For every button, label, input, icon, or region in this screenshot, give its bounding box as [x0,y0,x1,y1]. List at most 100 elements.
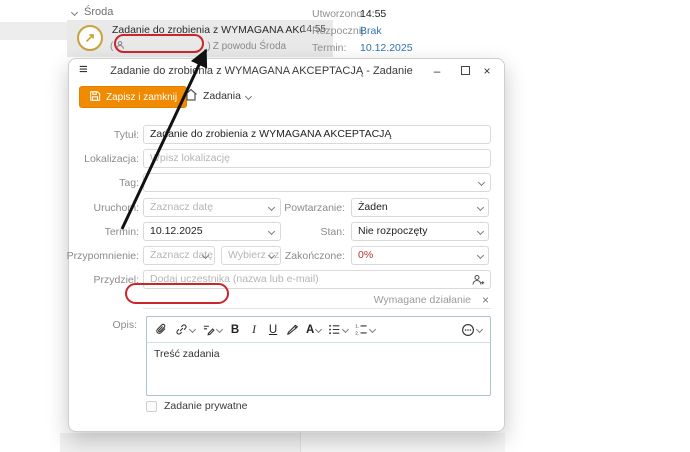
assign-label: Przydziel: [93,274,139,286]
task-subtitle: ( ) Z powodu Środa [110,40,286,53]
format-painter-icon[interactable] [286,323,299,336]
dialog-title: Zadanie do zrobienia z WYMAGANA AKCEPTAC… [109,65,414,77]
close-button[interactable]: × [478,63,496,79]
assign-input[interactable]: Dodaj uczestnika (nazwa lub e-mail) [143,270,491,289]
dialog-toolbar: Zapisz i zamknij Zadania [69,85,504,111]
title-label: Tytuł: [114,129,139,141]
chevron-down-icon [71,8,78,15]
info-label: Rozpocznij: [312,25,360,37]
maximize-icon [461,66,470,75]
info-row-start: Rozpocznij: Brak [312,25,442,37]
reminder-time-select[interactable]: Wybierz cz [221,246,281,265]
row-start-repeat: Uruchom: Zaznacz datę Powtarzanie: Żaden [69,198,506,220]
chevron-down-icon [478,179,485,186]
info-row-due: Termin: 10.12.2025 [312,42,442,54]
due-label: Termin: [105,226,139,238]
task-title: Zadanie do zrobienia z WYMAGANA AKCE... [112,24,302,36]
background-panel-left [60,433,300,452]
state-select[interactable]: Nie rozpoczęty [351,222,489,241]
paren-open: ( [110,41,113,52]
link-icon[interactable] [175,323,195,336]
chevron-down-icon [268,204,275,211]
row-location: Lokalizacja: Wpisz lokalizację [69,149,506,171]
chevron-down-icon [189,326,196,333]
reminder-label: Przypomnienie: [67,250,139,262]
task-edit-dialog: ≡ Zadanie do zrobienia z WYMAGANA AKCEPT… [68,58,505,432]
screen: Środa ↗ Zadanie do zrobienia z WYMAGANA … [0,0,690,452]
group-header-label: Środa [84,6,113,18]
editor-toolbar: B I U A 1.2. [147,317,490,343]
tag-select[interactable] [143,173,491,192]
description-label: Opis: [112,319,137,331]
row-reminder-completed: Przypomnienie: Zaznacz datę Wybierz cz Z… [69,246,506,268]
selected-row-band [0,22,67,40]
info-label: Utworzono: [312,8,360,20]
bold-button[interactable]: B [229,324,241,336]
assignee-name-redacted [127,42,205,52]
save-and-close-button[interactable]: Zapisz i zamknij [79,86,187,108]
state-label: Stan: [320,226,345,238]
font-color-icon[interactable]: A [306,324,321,336]
home-icon [184,88,198,104]
italic-button[interactable]: I [248,324,260,336]
chevron-down-icon [476,326,483,333]
more-options-icon[interactable] [461,323,482,337]
paren-close: ) [207,41,210,52]
row-assign: Przydziel: Dodaj uczestnika (nazwa lub e… [69,270,506,292]
info-row-created: Utworzono: 14:55 [312,8,442,20]
bullet-list-icon[interactable] [328,323,348,336]
menu-icon[interactable]: ≡ [79,61,88,78]
completed-label: Zakończone: [285,250,345,262]
svg-text:1.: 1. [356,324,360,329]
attendee-row: Wymagane działanie × [143,292,491,309]
location-placeholder: Wpisz lokalizację [150,152,230,164]
row-title: Tytuł: Zadanie do zrobienia z WYMAGANA A… [69,125,506,147]
row-tag: Tag: [69,173,506,195]
remove-attendee-icon[interactable]: × [482,293,489,307]
maximize-button[interactable] [456,63,474,79]
repeat-select[interactable]: Żaden [351,198,489,217]
private-task-row: Zadanie prywatne [146,400,247,412]
start-date-select[interactable]: Zaznacz datę [143,198,281,217]
numbered-list-icon[interactable]: 1.2. [355,323,375,336]
info-value: 14:55 [360,8,386,20]
info-label: Termin: [312,42,360,54]
task-info-panel: Utworzono: 14:55 Rozpocznij: Brak Termin… [312,8,442,59]
task-type-icon: ↗ [77,25,103,51]
location-input[interactable]: Wpisz lokalizację [143,149,491,168]
minimize-button[interactable]: – [428,63,446,79]
save-and-close-label: Zapisz i zamknij [106,92,177,103]
task-reason: Z powodu Środa [213,41,286,52]
underline-button[interactable]: U [267,324,279,336]
start-date-placeholder: Zaznacz datę [150,201,213,213]
save-icon [89,90,101,105]
due-date-select[interactable]: 10.12.2025 [143,222,281,241]
task-group-header[interactable]: Środa [72,6,113,18]
private-task-checkbox[interactable] [146,401,157,412]
chevron-down-icon [315,326,322,333]
location-label: Lokalizacja: [84,153,139,165]
background-panel-right [300,433,505,452]
font-letter: A [306,324,314,336]
title-input[interactable]: Zadanie do zrobienia z WYMAGANA AKCEPTAC… [143,125,491,144]
background-column-divider [300,432,301,452]
quick-text-icon[interactable] [202,323,222,336]
description-editor: B I U A 1.2. [146,316,491,396]
assign-placeholder: Dodaj uczestnika (nazwa lub e-mail) [150,273,319,285]
info-value[interactable]: Brak [360,25,382,37]
folder-label: Zadania [203,90,241,102]
attach-icon[interactable] [155,323,168,336]
completed-select[interactable]: 0% [351,246,489,265]
action-required-status: Wymagane działanie [374,294,471,306]
reminder-date-select[interactable]: Zaznacz datę [143,246,215,265]
task-list-item[interactable]: ↗ Zadanie do zrobienia z WYMAGANA AKCE..… [67,20,333,57]
info-value[interactable]: 10.12.2025 [360,42,413,54]
svg-text:2.: 2. [356,331,360,336]
chevron-down-icon [342,326,349,333]
folder-selector[interactable]: Zadania [184,88,251,104]
description-text[interactable]: Treść zadania [147,343,490,365]
add-person-icon[interactable] [471,273,485,289]
chevron-down-icon [216,326,223,333]
row-due-state: Termin: 10.12.2025 Stan: Nie rozpoczęty [69,222,506,244]
tag-label: Tag: [119,177,139,189]
